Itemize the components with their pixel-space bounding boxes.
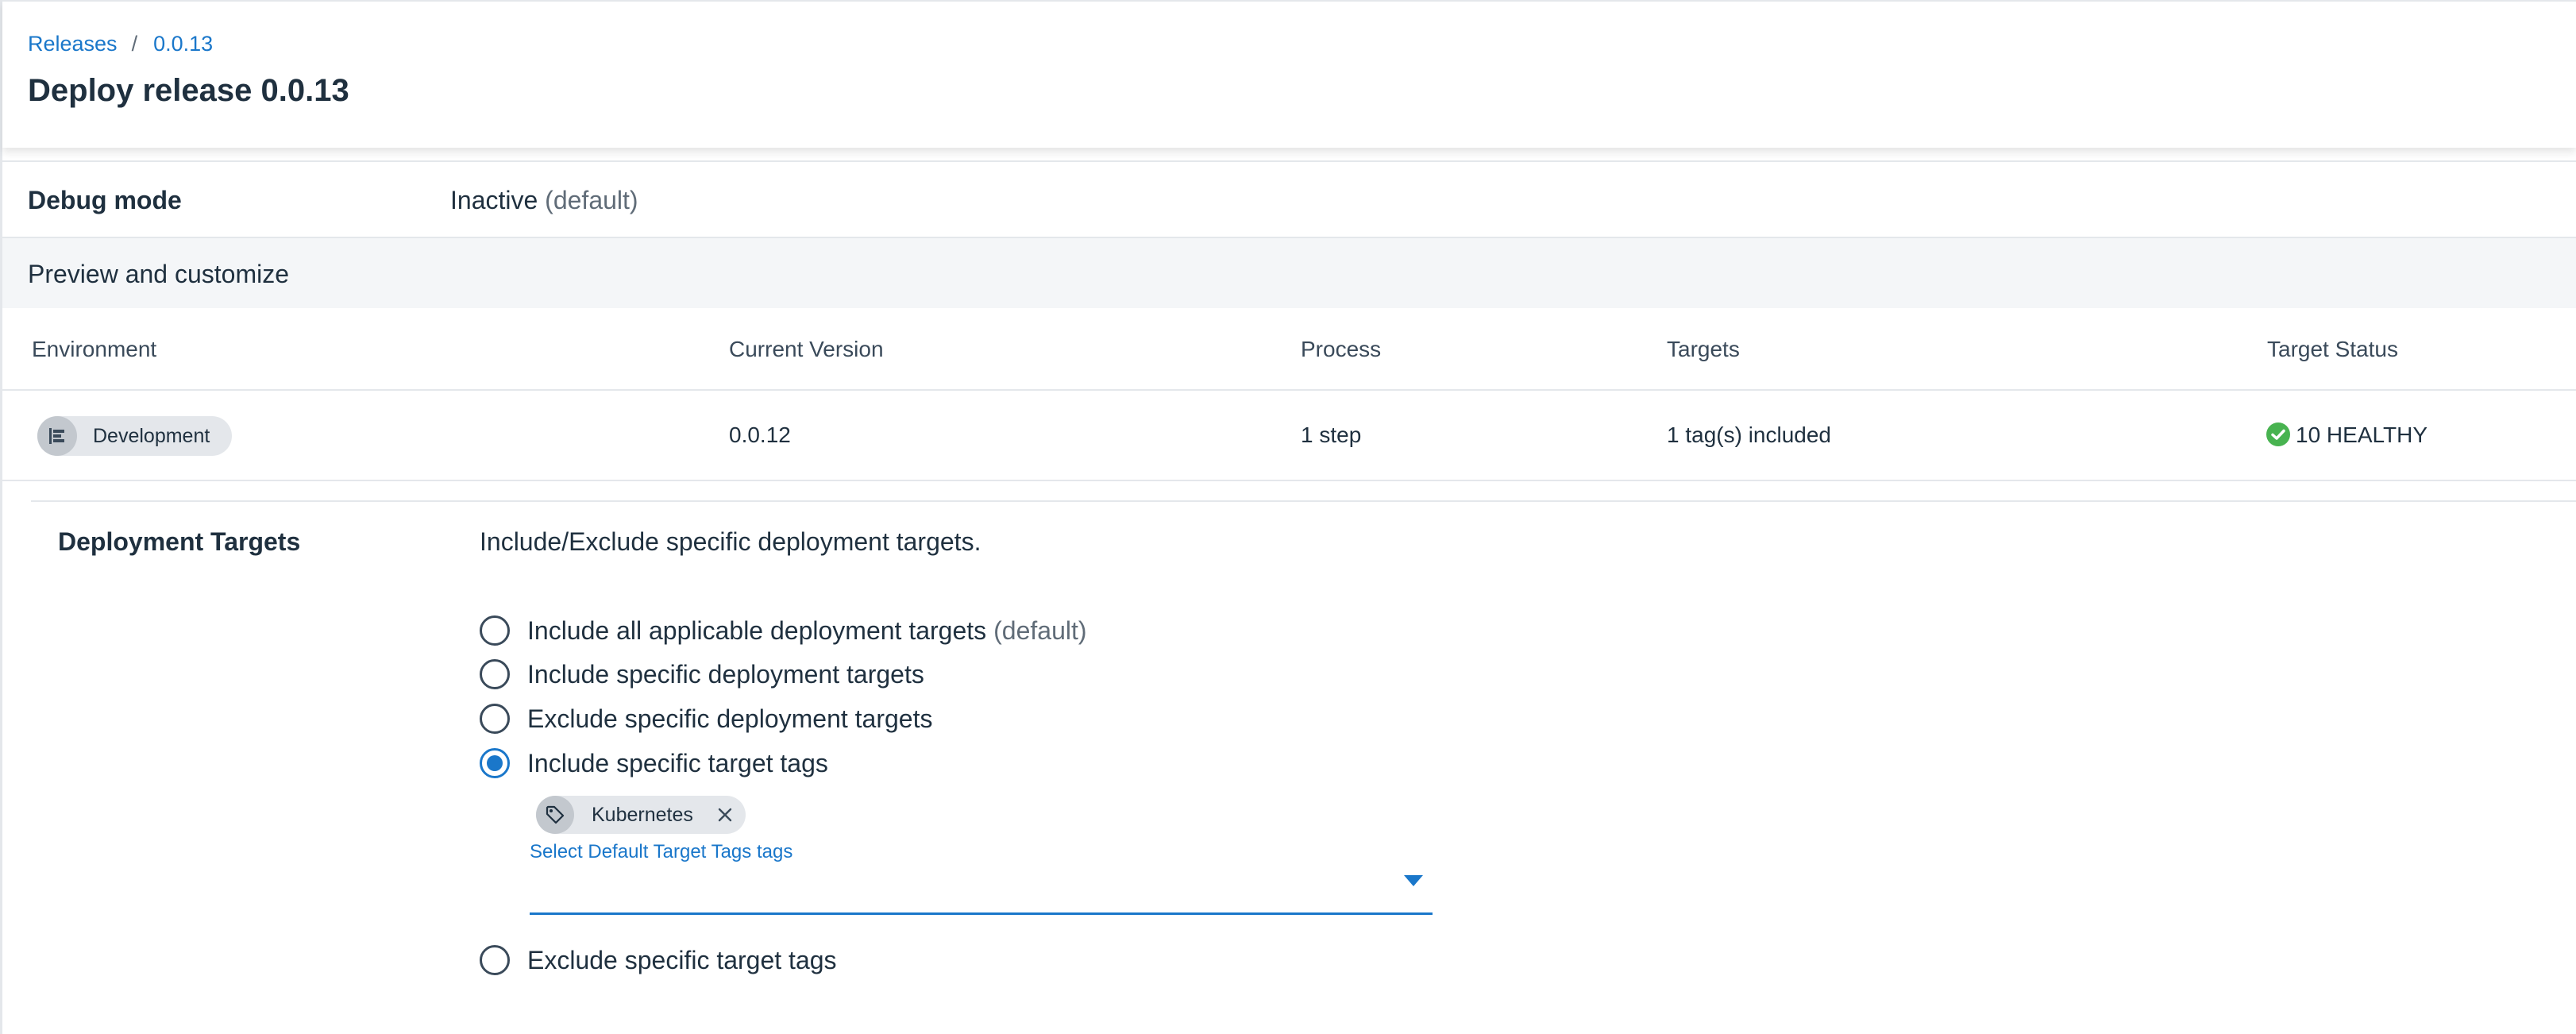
target-status-text: 10 HEALTHY	[2296, 422, 2428, 447]
environments-table-header: Environment Current Version Process Targ…	[2, 308, 2576, 391]
selected-tag-chip: Kubernetes	[536, 796, 746, 834]
radio-label: Exclude specific deployment targets	[527, 704, 933, 733]
radio-label: Include specific target tags	[527, 748, 828, 777]
radio-button[interactable]	[480, 659, 510, 689]
radio-include-target-tags[interactable]: Include specific target tags	[480, 746, 828, 781]
debug-mode-state: Inactive	[450, 186, 538, 214]
column-header-targets: Targets	[1667, 337, 1740, 361]
debug-mode-label: Debug mode	[28, 186, 182, 214]
breadcrumb-separator: /	[131, 32, 138, 56]
column-header-environment: Environment	[32, 337, 157, 361]
radio-label: Include all applicable deployment target…	[527, 615, 987, 645]
radio-label: Exclude specific target tags	[527, 945, 837, 974]
targets-value: 1 tag(s) included	[1667, 422, 1832, 447]
radio-button[interactable]	[480, 615, 510, 646]
radio-label: Include specific deployment targets	[527, 659, 924, 689]
radio-include-all-targets[interactable]: Include all applicable deployment target…	[480, 613, 1087, 648]
column-header-current-version: Current Version	[729, 337, 884, 361]
breadcrumb-releases-link[interactable]: Releases	[28, 32, 118, 56]
deployment-targets-label: Deployment Targets	[58, 527, 301, 556]
column-header-process: Process	[1301, 337, 1382, 361]
deploy-release-page: Releases / 0.0.13 Deploy release 0.0.13 …	[0, 0, 2576, 1034]
target-tags-select-label: Select Default Target Tags tags	[530, 841, 793, 862]
radio-default-note: (default)	[993, 615, 1087, 645]
check-circle-icon	[2266, 422, 2290, 446]
deployment-targets-description: Include/Exclude specific deployment targ…	[480, 527, 981, 556]
environment-name: Development	[93, 424, 210, 447]
radio-include-specific-targets[interactable]: Include specific deployment targets	[480, 657, 924, 692]
process-value: 1 step	[1301, 422, 1362, 447]
current-version-value: 0.0.12	[729, 422, 791, 447]
preview-section-header: Preview and customize	[2, 238, 2576, 308]
breadcrumb-release-link[interactable]: 0.0.13	[153, 32, 213, 56]
environment-icon	[37, 416, 77, 456]
environment-chip[interactable]: Development	[37, 416, 233, 456]
radio-button[interactable]	[480, 704, 510, 734]
radio-exclude-target-tags[interactable]: Exclude specific target tags	[480, 943, 837, 978]
breadcrumb: Releases / 0.0.13	[28, 32, 213, 56]
preview-section-title: Preview and customize	[28, 260, 290, 288]
target-tags-select[interactable]	[530, 867, 1433, 915]
section-divider	[31, 500, 2576, 502]
tag-icon	[536, 796, 574, 834]
chevron-down-icon[interactable]	[1404, 875, 1423, 886]
table-row: Development 0.0.12 1 step 1 tag(s) inclu…	[2, 391, 2576, 481]
tag-name: Kubernetes	[592, 803, 693, 826]
radio-button[interactable]	[480, 945, 510, 975]
page-title: Deploy release 0.0.13	[28, 73, 349, 108]
radio-exclude-specific-targets[interactable]: Exclude specific deployment targets	[480, 701, 932, 736]
column-header-target-status: Target Status	[2267, 337, 2398, 361]
debug-mode-default-note: (default)	[545, 186, 638, 214]
page-header: Releases / 0.0.13 Deploy release 0.0.13	[2, 0, 2576, 148]
remove-tag-icon[interactable]	[715, 805, 735, 824]
debug-mode-row: Debug mode Inactive (default)	[2, 160, 2576, 238]
radio-button-selected[interactable]	[480, 748, 510, 778]
debug-mode-value[interactable]: Inactive (default)	[450, 186, 638, 215]
target-status-cell: 10 HEALTHY	[2266, 422, 2428, 448]
